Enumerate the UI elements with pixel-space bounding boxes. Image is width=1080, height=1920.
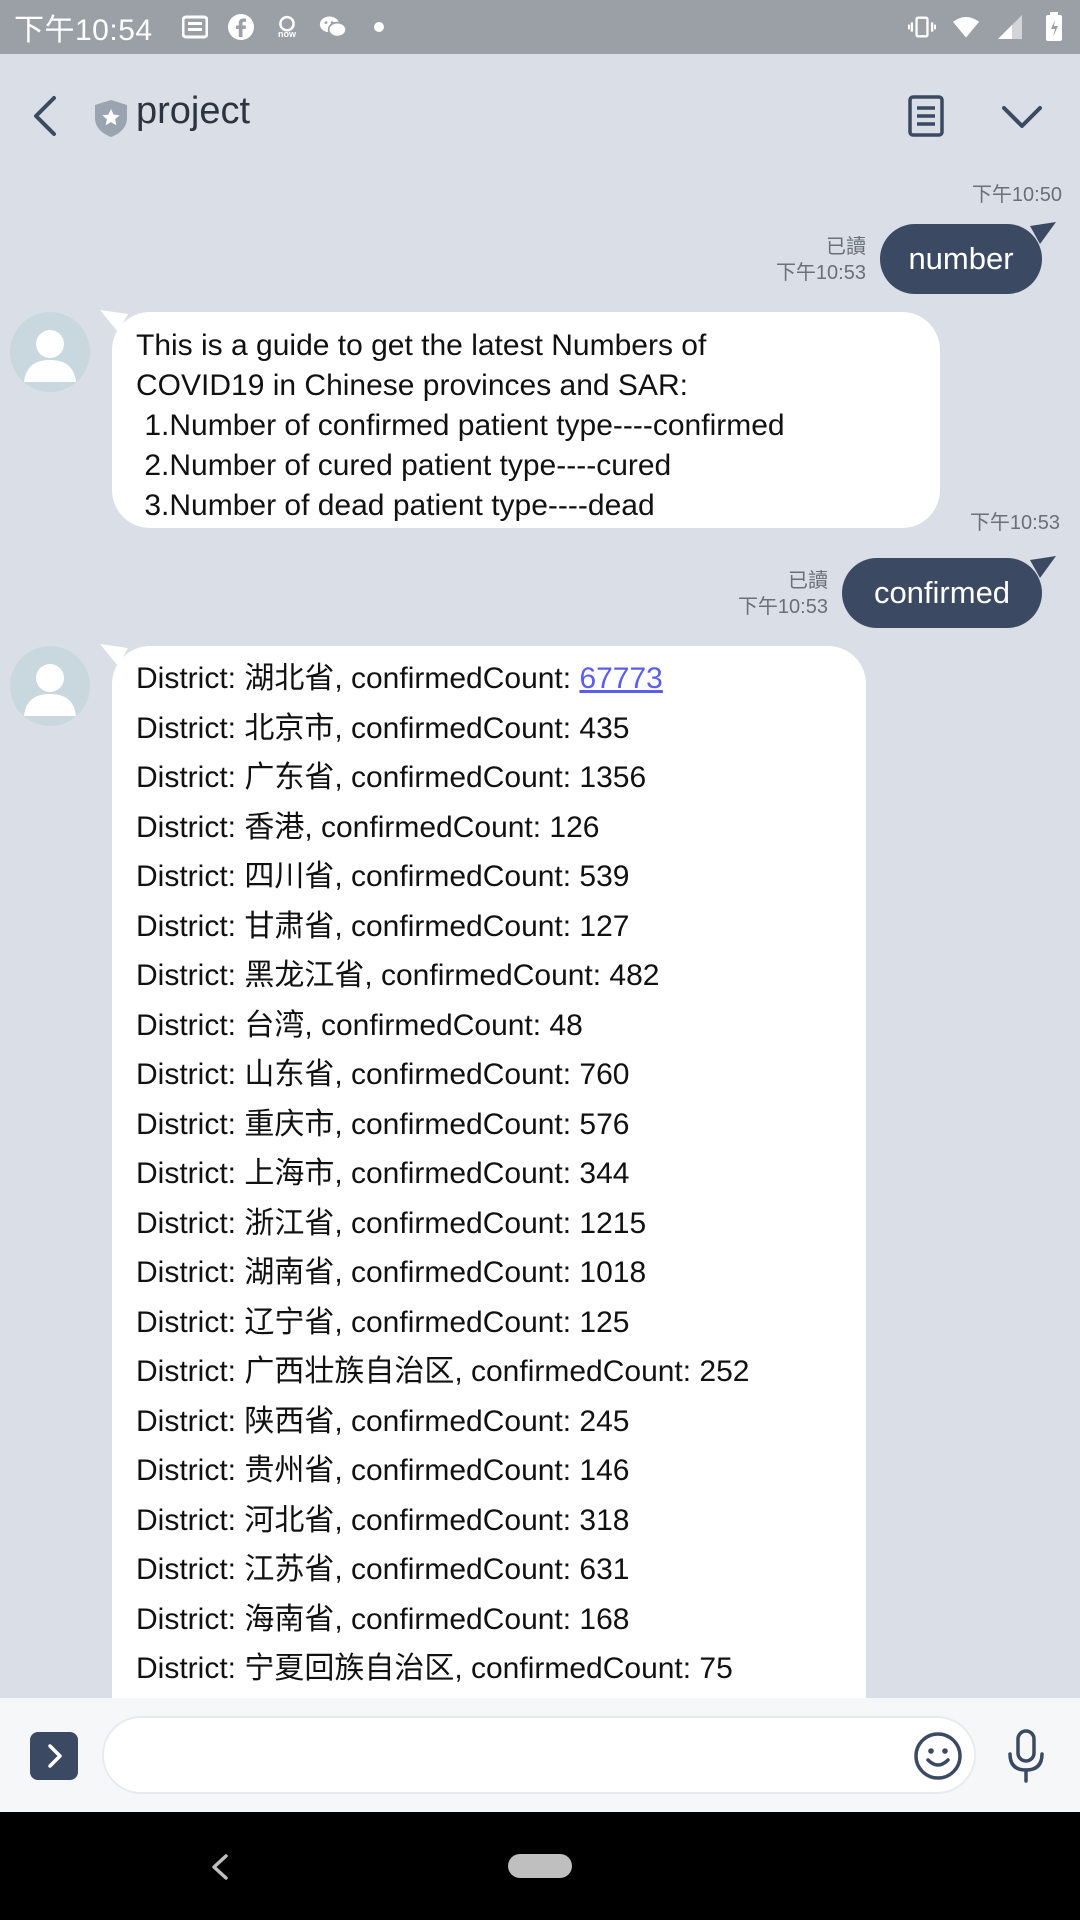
- message-line: District: 广东省, confirmedCount: 1356: [136, 761, 647, 794]
- read-receipt: 已讀 下午10:53: [692, 568, 828, 620]
- wechat-icon: [319, 13, 347, 41]
- chat-header: project: [0, 54, 1080, 178]
- avatar[interactable]: [10, 312, 90, 392]
- read-label: 已讀: [788, 570, 828, 592]
- chevron-down-icon[interactable]: [998, 98, 1046, 136]
- status-time: 下午10:54: [14, 14, 153, 47]
- nav-back-icon[interactable]: [208, 1852, 232, 1882]
- message-line: District: 上海市, confirmedCount: 344: [136, 1157, 630, 1190]
- bubble-tail: [1030, 222, 1056, 244]
- message-text: confirmed: [873, 575, 1011, 610]
- message-line: District: 北京市, confirmedCount: 435: [136, 711, 630, 745]
- count-link[interactable]: 67773: [579, 662, 662, 695]
- message-line: District: 黑龙江省, confirmedCount: 482: [136, 959, 660, 992]
- chat-title: project: [136, 90, 251, 132]
- message-input-bar: [0, 1698, 1080, 1812]
- news-icon: [181, 13, 209, 41]
- outgoing-message[interactable]: confirmed: [842, 558, 1042, 628]
- message-line: District: 广西壮族自治区, confirmedCount: 252: [136, 1355, 750, 1388]
- message-text: number: [908, 241, 1014, 276]
- message-line: 3.Number of dead patient type----dead: [136, 489, 655, 522]
- message-line: District: 四川省, confirmedCount: 539: [136, 860, 630, 893]
- message-line: District: 辽宁省, confirmedCount: 125: [136, 1305, 630, 1339]
- status-notification-icons: now: [181, 13, 393, 41]
- message-line: District: 宁夏回族自治区, confirmedCount: 75: [136, 1652, 733, 1685]
- message-line: District: 甘肃省, confirmedCount: 127: [136, 909, 630, 943]
- emoji-icon[interactable]: [912, 1730, 964, 1782]
- expand-menu-button[interactable]: [30, 1732, 78, 1780]
- avatar[interactable]: [10, 646, 90, 726]
- wifi-icon: [952, 13, 980, 41]
- message-time: 下午10:53: [737, 596, 828, 618]
- message-line: District: 江苏省, confirmedCount: 631: [136, 1553, 630, 1586]
- incoming-message[interactable]: District: 湖北省, confirmedCount: 67773 Dis…: [112, 646, 866, 1698]
- message-time: 下午10:53: [775, 262, 866, 284]
- status-bar: 下午10:54 now: [0, 0, 1080, 54]
- incoming-message[interactable]: This is a guide to get the latest Number…: [112, 312, 940, 528]
- read-receipt: 已讀 下午10:53: [730, 234, 866, 286]
- message-line: District: 贵州省, confirmedCount: 146: [136, 1454, 630, 1487]
- message-line: 2.Number of cured patient type----cured: [136, 449, 672, 482]
- signal-icon: [996, 13, 1024, 41]
- message-line: District: 浙江省, confirmedCount: 1215: [136, 1206, 647, 1240]
- system-nav-bar: [0, 1812, 1080, 1920]
- message-time: 下午10:53: [969, 512, 1060, 534]
- message-line: District: 重庆市, confirmedCount: 576: [136, 1107, 630, 1141]
- microphone-icon[interactable]: [1004, 1728, 1048, 1784]
- now-icon: now: [273, 13, 301, 41]
- message-line: District: 山东省, confirmedCount: 760: [136, 1058, 630, 1091]
- vibrate-icon: [908, 13, 936, 41]
- message-line: This is a guide to get the latest Number…: [136, 329, 707, 362]
- message-line: COVID19 in Chinese provinces and SAR:: [136, 369, 688, 402]
- message-input[interactable]: [102, 1716, 976, 1794]
- message-line: District: 香港, confirmedCount: 126: [136, 810, 600, 844]
- message-line: District: 湖北省, confirmedCount: 67773: [136, 654, 866, 704]
- message-timestamp: 下午10:50: [971, 184, 1062, 206]
- status-system-icons: [908, 0, 1068, 54]
- outgoing-message[interactable]: number: [880, 224, 1042, 294]
- bubble-tail: [1030, 556, 1056, 578]
- read-label: 已讀: [826, 236, 866, 258]
- message-line: District: 台湾, confirmedCount: 48: [136, 1008, 583, 1042]
- home-pill-button[interactable]: [508, 1854, 572, 1878]
- message-line: District: 海南省, confirmedCount: 168: [136, 1602, 630, 1636]
- shield-icon: [92, 98, 130, 138]
- message-line: District: 湖南省, confirmedCount: 1018: [136, 1256, 647, 1289]
- dot-icon: [365, 13, 393, 41]
- message-line: District: 河北省, confirmedCount: 318: [136, 1503, 630, 1537]
- battery-icon: [1040, 12, 1068, 41]
- facebook-icon: [227, 13, 255, 41]
- notes-icon[interactable]: [904, 94, 948, 138]
- message-line: District: 陕西省, confirmedCount: 245: [136, 1404, 630, 1438]
- message-line: 1.Number of confirmed patient type----co…: [136, 409, 785, 442]
- message-line-text: District: 湖北省, confirmedCount:: [136, 662, 580, 695]
- svg-text:now: now: [278, 29, 297, 39]
- chat-messages[interactable]: 下午10:50 已讀 下午10:53 number This is a guid…: [0, 178, 1080, 1698]
- back-button[interactable]: [26, 94, 66, 138]
